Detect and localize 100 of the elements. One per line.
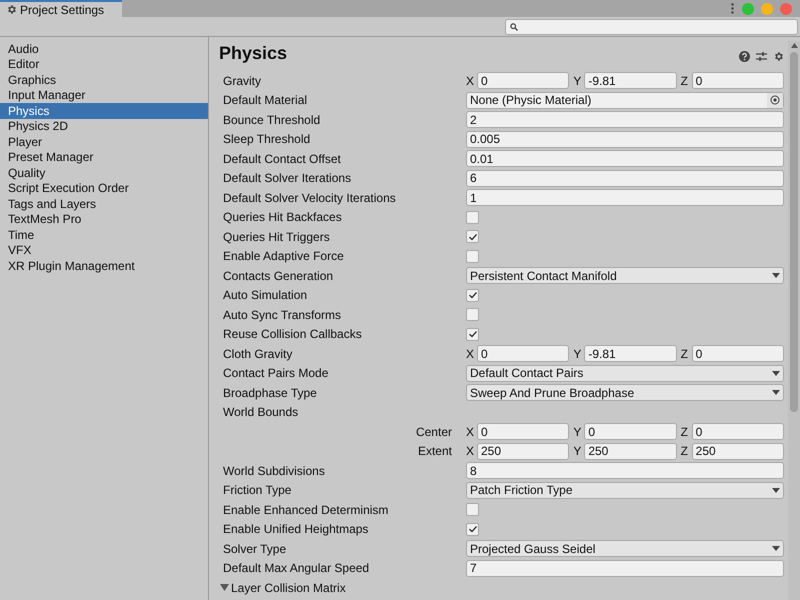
search-icon [510, 22, 518, 30]
sidebar-item[interactable]: VFX [0, 242, 208, 258]
property-label: Reuse Collision Callbacks [223, 326, 363, 344]
sidebar-item[interactable]: Tags and Layers [0, 196, 208, 212]
axis-label: X [466, 72, 475, 90]
caret-icon [772, 546, 780, 552]
property-label: Auto Sync Transforms [223, 306, 342, 324]
checkbox[interactable] [466, 328, 479, 341]
sidebar-item[interactable]: Player [0, 134, 208, 150]
property-label: Default Max Angular Speed [223, 560, 370, 578]
input-field[interactable]: 250 [692, 442, 784, 460]
dropdown[interactable]: Patch Friction Type [466, 482, 784, 499]
settings-icon [6, 4, 17, 15]
axis-label: X [466, 443, 475, 460]
scroll-up-icon[interactable] [790, 43, 798, 48]
sidebar-item[interactable]: Physics 2D [0, 118, 208, 134]
input-field[interactable]: 0 [692, 345, 784, 362]
axis-label: Y [573, 346, 582, 363]
sidebar-item[interactable]: Audio [0, 41, 208, 56]
property-label: Broadphase Type [223, 384, 318, 402]
panel-title: Physics [219, 42, 288, 65]
axis-label: Z [680, 72, 689, 90]
dropdown[interactable]: Sweep And Prune Broadphase [466, 384, 784, 402]
sidebar-item[interactable]: Quality [0, 165, 208, 180]
input-field[interactable]: 6 [466, 170, 784, 187]
property-label: Enable Unified Heightmaps [223, 521, 370, 538]
checkbox[interactable] [466, 210, 479, 224]
property-label: Auto Simulation [223, 287, 308, 304]
checkbox[interactable] [466, 308, 479, 322]
sidebar-item[interactable]: Preset Manager [0, 150, 208, 165]
sidebar-item[interactable]: Physics [0, 103, 208, 118]
input-field[interactable]: 250 [477, 442, 570, 460]
property-label: Default Solver Velocity Iterations [223, 190, 397, 207]
help-icon[interactable] [739, 51, 750, 62]
property-label: Sleep Threshold [223, 131, 312, 148]
input-field[interactable]: -9.81 [584, 345, 677, 362]
scrollbar[interactable] [788, 41, 800, 600]
property-label: Default Contact Offset [223, 150, 342, 168]
dropdown[interactable]: Persistent Contact Manifold [466, 267, 784, 284]
sliders-icon[interactable] [756, 51, 767, 62]
sidebar-item[interactable]: XR Plugin Management [0, 258, 208, 274]
foldout-header[interactable]: Layer Collision Matrix [220, 578, 346, 597]
caret-icon [772, 273, 780, 278]
axis-label: Z [680, 424, 689, 441]
caret-icon [772, 488, 780, 493]
property-label: Friction Type [223, 482, 292, 500]
input-field[interactable]: 0 [692, 72, 784, 90]
caret-icon [772, 370, 780, 376]
object-field[interactable]: None (Physic Material) [466, 92, 784, 109]
property-label: Gravity [223, 72, 262, 90]
property-label: Default Solver Iterations [223, 170, 352, 188]
property-label: Enable Enhanced Determinism [223, 502, 390, 519]
dropdown[interactable]: Default Contact Pairs [466, 364, 784, 382]
input-field[interactable]: -9.81 [584, 72, 677, 90]
input-field[interactable]: 7 [466, 560, 784, 577]
property-label: Extent [416, 443, 453, 460]
checkbox[interactable] [466, 522, 479, 536]
checkbox[interactable] [466, 288, 479, 302]
axis-label: Y [573, 443, 582, 460]
input-field[interactable]: 0 [477, 423, 570, 440]
window-title: Project Settings [20, 2, 104, 18]
property-label: Contacts Generation [223, 268, 334, 285]
input-field[interactable]: 250 [584, 442, 677, 460]
checkbox[interactable] [466, 503, 479, 516]
triangle-icon [220, 583, 229, 592]
target-icon[interactable] [770, 95, 780, 106]
search-field[interactable] [505, 18, 798, 34]
input-field[interactable]: 2 [466, 111, 784, 128]
settings-icon[interactable] [773, 51, 784, 62]
input-field[interactable]: 0.005 [466, 130, 784, 148]
caret-icon [772, 390, 780, 396]
input-field[interactable]: 0 [477, 345, 570, 362]
property-label: Bounce Threshold [223, 112, 322, 129]
property-label: Queries Hit Triggers [223, 228, 331, 246]
sidebar-item[interactable]: Time [0, 227, 208, 242]
checkbox[interactable] [466, 250, 479, 263]
property-label: Queries Hit Backfaces [223, 209, 343, 226]
input-field[interactable]: 0.01 [466, 150, 784, 168]
axis-label: Z [680, 346, 689, 363]
input-field[interactable]: 0 [584, 423, 677, 440]
sidebar-item[interactable]: Graphics [0, 72, 208, 88]
input-field[interactable]: 0 [477, 72, 570, 90]
sidebar-item[interactable]: Input Manager [0, 88, 208, 103]
property-label: Solver Type [223, 540, 288, 558]
sidebar-item[interactable]: TextMesh Pro [0, 212, 208, 227]
axis-label: X [466, 424, 475, 441]
input-field[interactable]: 8 [466, 462, 784, 480]
axis-label: Z [680, 443, 689, 460]
dropdown[interactable]: Projected Gauss Seidel [466, 540, 784, 558]
property-label: Center [414, 424, 453, 441]
input-field[interactable]: 1 [466, 189, 784, 206]
sidebar-item[interactable]: Editor [0, 56, 208, 72]
axis-label: X [466, 346, 475, 363]
property-label: Contact Pairs Mode [223, 365, 330, 382]
input-field[interactable]: 0 [692, 423, 784, 440]
more-icon[interactable] [731, 3, 734, 14]
window-tab[interactable]: Project Settings [0, 0, 122, 17]
checkbox[interactable] [466, 230, 479, 244]
sidebar-item[interactable]: Script Execution Order [0, 180, 208, 196]
property-label: Cloth Gravity [223, 346, 294, 363]
